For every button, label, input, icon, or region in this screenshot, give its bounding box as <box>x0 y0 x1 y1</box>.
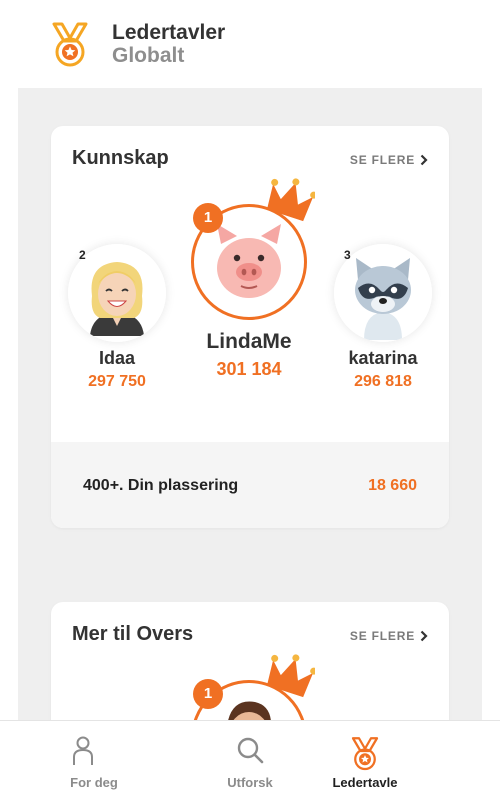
player-name: katarina <box>348 348 418 368</box>
player-score: 297 750 <box>88 373 146 390</box>
rank-number: 3 <box>344 248 351 262</box>
player-name: Idaa <box>98 348 136 368</box>
rank-badge: 1 <box>193 203 223 233</box>
see-more-button[interactable]: SE FLERE <box>350 153 428 167</box>
player-score: 301 184 <box>216 359 282 379</box>
leaderboard-card-kunnskap: Kunnskap SE FLERE 2 Idaa 297 750 1 Linda… <box>51 126 449 528</box>
my-position-row: 400+. Din plassering 18 660 <box>51 442 449 528</box>
my-rank-label: 400+. Din plassering <box>83 477 239 494</box>
crown-icon <box>266 178 315 222</box>
rank-number: 2 <box>79 248 86 262</box>
page-subtitle: Globalt <box>112 44 185 67</box>
see-more-label: SE FLERE <box>349 629 415 643</box>
tab-label: For deg <box>70 775 118 790</box>
rank-badge: 1 <box>193 679 223 709</box>
medal-icon <box>52 22 88 67</box>
player-score: 296 818 <box>354 373 412 390</box>
player-name: LindaMe <box>206 330 292 353</box>
see-more-label: SE FLERE <box>349 153 415 167</box>
person-icon <box>73 736 93 765</box>
leaderboard-list[interactable]: Kunnskap SE FLERE 2 Idaa 297 750 1 Linda… <box>18 88 482 720</box>
search-icon <box>237 737 264 764</box>
chevron-right-icon <box>420 154 428 166</box>
tab-ledertavle[interactable]: Ledertavle <box>282 721 448 801</box>
medal-icon <box>351 737 379 771</box>
tab-label: Ledertavle <box>332 775 398 790</box>
page-title: Ledertavler <box>112 21 226 44</box>
bottom-tab-bar: For deg Utforsk Ledertavle <box>0 720 500 801</box>
see-more-button[interactable]: SE FLERE <box>350 629 428 643</box>
my-score: 18 660 <box>368 477 417 494</box>
chevron-right-icon <box>420 630 428 642</box>
card-title: Mer til Overs <box>72 623 194 645</box>
app-header: Ledertavler Globalt <box>0 0 500 88</box>
leaderboard-card-mer-til-overs: Mer til Overs SE FLERE 1 <box>51 602 449 720</box>
crown-icon <box>266 654 315 698</box>
card-title: Kunnskap <box>72 147 169 169</box>
